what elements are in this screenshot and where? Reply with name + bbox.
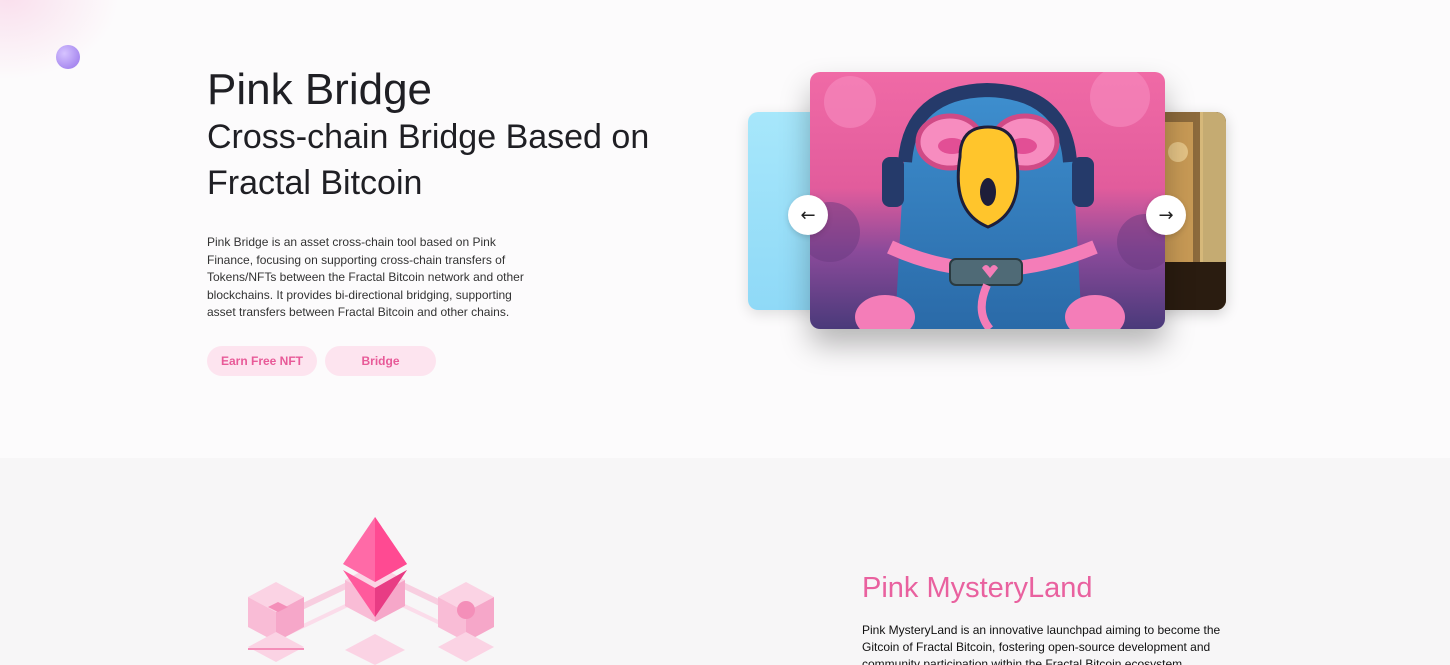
hero-text: Pink Bridge Cross-chain Bridge Based on …	[207, 66, 727, 376]
corner-glow	[0, 0, 120, 80]
nft-artwork-image	[810, 72, 1165, 329]
blockchain-illustration	[248, 517, 494, 665]
mysteryland-description: Pink MysteryLand is an innovative launch…	[862, 623, 1221, 665]
hero-section: Pink Bridge Cross-chain Bridge Based on …	[0, 0, 1450, 458]
carousel-prev-button[interactable]: ←	[788, 195, 828, 235]
carousel-card-active[interactable]	[810, 72, 1165, 329]
carousel-next-button[interactable]: →	[1146, 195, 1186, 235]
mysteryland-title: Pink MysteryLand	[862, 572, 1093, 604]
arrow-right-icon: →	[1158, 204, 1174, 226]
bridge-button[interactable]: Bridge	[325, 345, 436, 376]
arrow-left-icon: ←	[800, 204, 816, 226]
page-subtitle: Cross-chain Bridge Based on Fractal Bitc…	[207, 118, 650, 202]
page-title: Pink Bridge	[207, 65, 433, 114]
orb-decoration	[56, 45, 80, 69]
hero-buttons: Earn Free NFT Bridge	[207, 345, 727, 376]
earn-free-nft-button[interactable]: Earn Free NFT	[207, 345, 317, 376]
mysteryland-section	[0, 458, 1450, 665]
nft-carousel: ← →	[748, 72, 1228, 362]
hero-description: Pink Bridge is an asset cross-chain tool…	[207, 235, 524, 319]
